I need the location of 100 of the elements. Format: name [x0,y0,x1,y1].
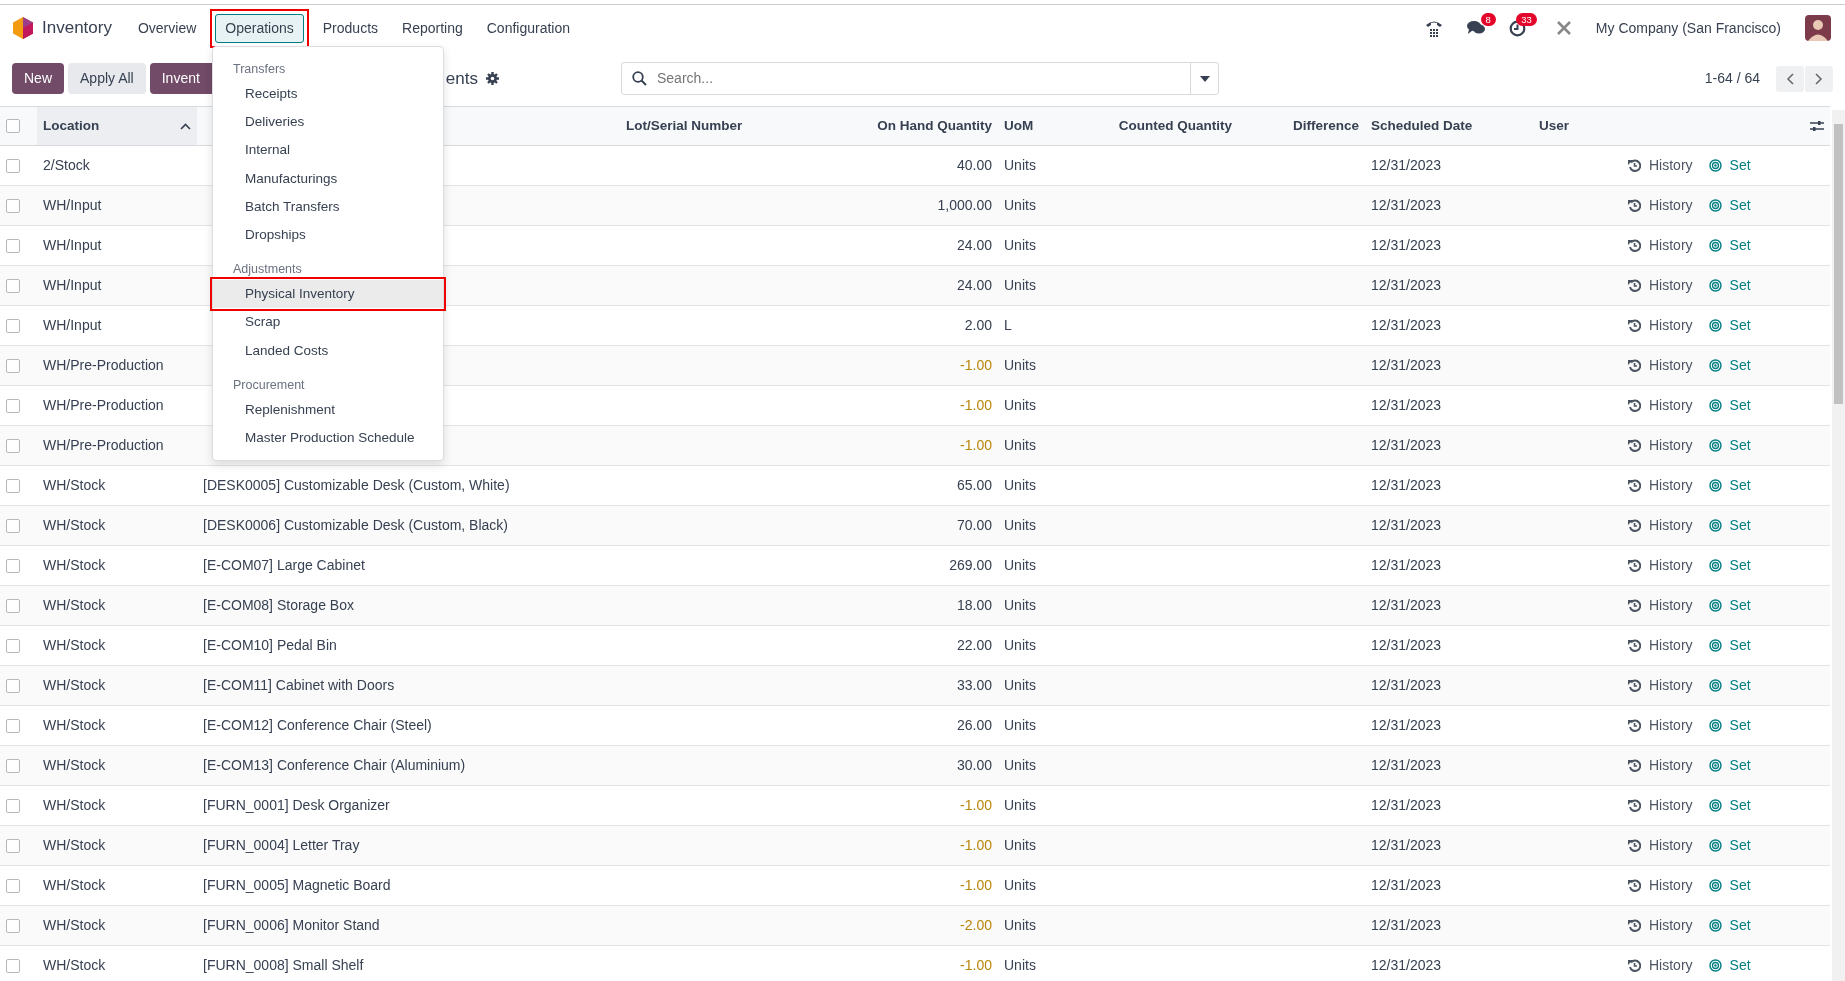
primary-button[interactable]: New [12,63,64,94]
dropdown-item[interactable]: Replenishment [213,395,443,424]
table-cell: 12/31/2023 [1371,917,1442,933]
set-button[interactable]: Set [1708,315,1751,336]
set-button[interactable]: Set [1708,755,1751,776]
row-checkbox[interactable] [6,559,20,574]
row-checkbox[interactable] [6,239,20,254]
search-box[interactable]: Search... [621,62,1219,95]
column-settings-icon[interactable] [1810,120,1824,132]
history-button[interactable]: History [1628,595,1693,616]
table-cell: [DESK0006] Customizable Desk (Custom, Black) [203,517,508,533]
dropdown-item[interactable]: Physical Inventory [213,280,443,309]
set-button[interactable]: Set [1708,875,1751,896]
dropdown-item[interactable]: Dropships [213,221,443,250]
set-button[interactable]: Set [1708,555,1751,576]
set-button[interactable]: Set [1708,155,1751,176]
phone-icon[interactable] [1424,19,1443,37]
history-button[interactable]: History [1628,355,1693,376]
set-button[interactable]: Set [1708,435,1751,456]
history-icon [1628,759,1641,772]
history-button[interactable]: History [1628,755,1693,776]
history-button[interactable]: History [1628,515,1693,536]
row-checkbox[interactable] [6,759,20,774]
set-button[interactable]: Set [1708,475,1751,496]
table-cell: 30.00 [956,757,992,773]
history-button[interactable]: History [1628,555,1693,576]
set-button[interactable]: Set [1708,635,1751,656]
row-checkbox[interactable] [6,839,20,854]
target-icon [1708,759,1722,772]
select-all-checkbox[interactable] [6,119,20,134]
menu-item[interactable]: Configuration [476,13,580,43]
menu-item[interactable]: Operations [215,13,304,43]
set-button[interactable]: Set [1708,195,1751,216]
dropdown-item[interactable]: Landed Costs [213,336,443,365]
next-page-button[interactable] [1805,65,1833,92]
menu-item[interactable]: Products [312,13,389,43]
table-cell: 12/31/2023 [1371,317,1442,333]
row-checkbox[interactable] [6,639,20,654]
set-button[interactable]: Set [1708,835,1751,856]
row-checkbox[interactable] [6,319,20,334]
menu-item[interactable]: Reporting [392,13,473,43]
dropdown-item[interactable]: Scrap [213,308,443,337]
set-button[interactable]: Set [1708,715,1751,736]
row-checkbox[interactable] [6,919,20,934]
history-button[interactable]: History [1628,395,1693,416]
set-button[interactable]: Set [1708,395,1751,416]
row-checkbox[interactable] [6,439,20,454]
column-header[interactable]: Location [43,115,100,137]
column-header[interactable]: UoM [1004,115,1034,137]
history-button[interactable]: History [1628,435,1693,456]
history-button[interactable]: History [1628,155,1693,176]
history-button[interactable]: History [1628,235,1693,256]
chat-icon[interactable] [1466,20,1485,36]
previous-page-button[interactable] [1776,65,1804,92]
set-button[interactable]: Set [1708,595,1751,616]
set-button[interactable]: Set [1708,355,1751,376]
set-button[interactable]: Set [1708,795,1751,816]
row-checkbox[interactable] [6,279,20,294]
row-checkbox[interactable] [6,879,20,894]
set-button[interactable]: Set [1708,235,1751,256]
dropdown-item[interactable]: Internal [213,136,443,165]
set-button[interactable]: Set [1708,955,1751,976]
row-checkbox[interactable] [6,399,20,414]
history-button[interactable]: History [1628,315,1693,336]
table-cell: WH/Pre-Production [43,397,164,413]
row-checkbox[interactable] [6,679,20,694]
row-checkbox[interactable] [6,519,20,534]
dropdown-toggle-icon[interactable] [1199,75,1210,82]
set-button[interactable]: Set [1708,915,1751,936]
history-button[interactable]: History [1628,675,1693,696]
history-button[interactable]: History [1628,915,1693,936]
history-button[interactable]: History [1628,835,1693,856]
gear-icon[interactable] [486,72,499,85]
dropdown-item[interactable]: Manufacturings [213,164,443,193]
company-switcher[interactable]: My Company (San Francisco) [1595,17,1781,39]
set-button[interactable]: Set [1708,275,1751,296]
secondary-button[interactable]: Apply All [68,63,146,94]
table-cell: [FURN_0008] Small Shelf [203,957,364,973]
history-button[interactable]: History [1628,275,1693,296]
user-avatar[interactable] [1805,15,1831,41]
history-button[interactable]: History [1628,875,1693,896]
target-icon [1708,479,1722,492]
row-checkbox[interactable] [6,799,20,814]
set-button[interactable]: Set [1708,675,1751,696]
scrollbar[interactable] [1832,110,1845,981]
history-button[interactable]: History [1628,635,1693,656]
menu-item[interactable]: Overview [127,13,207,43]
history-button[interactable]: History [1628,195,1693,216]
history-button[interactable]: History [1628,475,1693,496]
row-checkbox[interactable] [6,479,20,494]
row-checkbox[interactable] [6,959,20,974]
set-button[interactable]: Set [1708,515,1751,536]
row-checkbox[interactable] [6,199,20,214]
row-checkbox[interactable] [6,359,20,374]
history-button[interactable]: History [1628,955,1693,976]
row-checkbox[interactable] [6,599,20,614]
row-checkbox[interactable] [6,719,20,734]
history-button[interactable]: History [1628,715,1693,736]
row-checkbox[interactable] [6,159,20,174]
history-button[interactable]: History [1628,795,1693,816]
